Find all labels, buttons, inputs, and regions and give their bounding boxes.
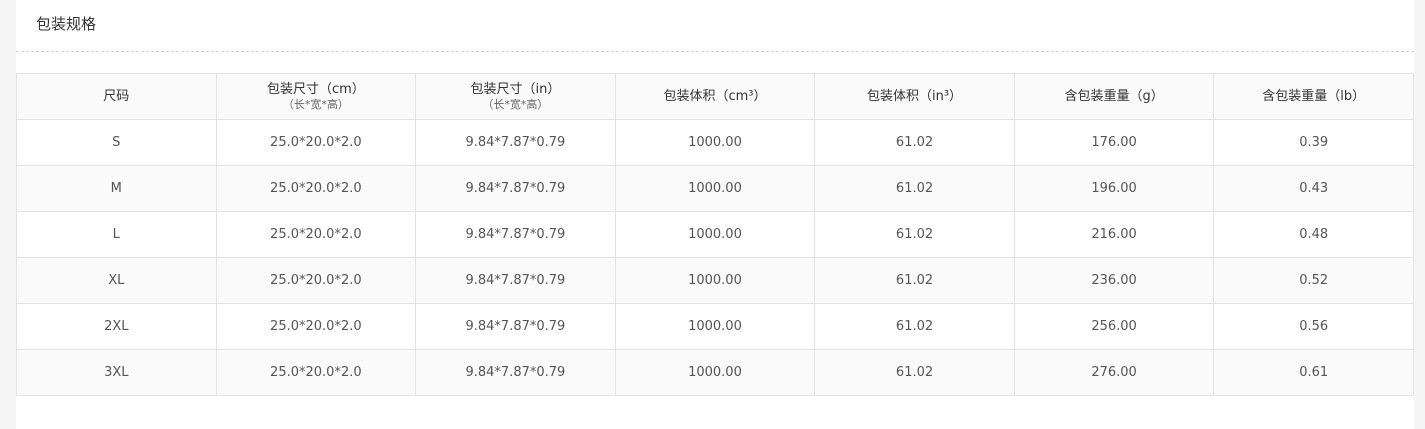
table-cell-volume-in3: 61.02: [814, 211, 1015, 258]
table-cell-weight-lb: 0.61: [1213, 349, 1414, 396]
table-cell-volume-in3: 61.02: [814, 257, 1015, 304]
table-cell-weight-g: 256.00: [1013, 303, 1215, 350]
table-cell-volume-cm3: 1000.00: [614, 211, 816, 258]
table-row: L 25.0*20.0*2.0 9.84*7.87*0.79 1000.00 61.02…: [16, 211, 1414, 258]
table-cell-dimensions-cm: 25.0*20.0*2.0: [215, 119, 417, 166]
column-header-label: 包装体积（cm³）: [663, 89, 767, 104]
column-header-weight-lb: 含包装重量（lb）: [1213, 73, 1414, 120]
column-header-volume-cm3: 包装体积（cm³）: [614, 73, 816, 120]
table-cell-volume-in3: 61.02: [814, 303, 1015, 350]
column-header-sublabel: （长*宽*高）: [482, 98, 549, 111]
column-header-label: 尺码: [103, 89, 130, 104]
column-header-weight-g: 含包装重量（g）: [1013, 73, 1215, 120]
table-cell-volume-in3: 61.02: [814, 349, 1015, 396]
table-cell-weight-g: 236.00: [1013, 257, 1215, 304]
table-row: S 25.0*20.0*2.0 9.84*7.87*0.79 1000.00 61.02…: [16, 119, 1414, 166]
table-row: 3XL 25.0*20.0*2.0 9.84*7.87*0.79 1000.00 61.…: [16, 349, 1414, 396]
column-header-label: 包装尺寸（in）: [470, 82, 561, 97]
table-cell-weight-g: 276.00: [1013, 349, 1215, 396]
column-header-dimensions-in: 包装尺寸（in） （长*宽*高）: [415, 73, 616, 120]
table-cell-dimensions-in: 9.84*7.87*0.79: [415, 165, 616, 212]
table-body: S 25.0*20.0*2.0 9.84*7.87*0.79 1000.00 61.02…: [16, 119, 1414, 396]
table-cell-weight-lb: 0.43: [1213, 165, 1414, 212]
column-header-label: 含包装重量（lb）: [1262, 89, 1366, 104]
packaging-spec-table: 尺码 包装尺寸（cm） （长*宽*高） 包装尺寸（in） （长*宽*高） 包装体积（cm³…: [16, 73, 1414, 396]
table-cell-volume-cm3: 1000.00: [614, 165, 816, 212]
table-cell-weight-lb: 0.39: [1213, 119, 1414, 166]
table-cell-volume-in3: 61.02: [814, 119, 1015, 166]
table-cell-volume-in3: 61.02: [814, 165, 1015, 212]
table-cell-dimensions-in: 9.84*7.87*0.79: [415, 119, 616, 166]
table-row: 2XL 25.0*20.0*2.0 9.84*7.87*0.79 1000.00 61.…: [16, 303, 1414, 350]
table-cell-weight-lb: 0.56: [1213, 303, 1414, 350]
table-cell-volume-cm3: 1000.00: [614, 257, 816, 304]
table-cell-size: 3XL: [16, 349, 217, 396]
table-head: 尺码 包装尺寸（cm） （长*宽*高） 包装尺寸（in） （长*宽*高） 包装体积（cm³…: [16, 73, 1414, 120]
table-cell-dimensions-cm: 25.0*20.0*2.0: [215, 303, 417, 350]
table-cell-size: L: [16, 211, 217, 258]
column-header-label: 包装尺寸（cm）: [266, 82, 365, 97]
column-header-sublabel: （长*宽*高）: [282, 98, 349, 111]
table-cell-dimensions-cm: 25.0*20.0*2.0: [215, 349, 417, 396]
table-cell-weight-g: 176.00: [1013, 119, 1215, 166]
table-cell-volume-cm3: 1000.00: [614, 349, 816, 396]
column-header-label: 包装体积（in³）: [866, 89, 963, 104]
column-header-dimensions-cm: 包装尺寸（cm） （长*宽*高）: [215, 73, 417, 120]
table-cell-size: XL: [16, 257, 217, 304]
table-row: M 25.0*20.0*2.0 9.84*7.87*0.79 1000.00 61.02…: [16, 165, 1414, 212]
table-cell-size: S: [16, 119, 217, 166]
table-cell-dimensions-cm: 25.0*20.0*2.0: [215, 165, 417, 212]
column-header-label: 含包装重量（g）: [1064, 89, 1164, 104]
table-cell-volume-cm3: 1000.00: [614, 119, 816, 166]
table-cell-dimensions-in: 9.84*7.87*0.79: [415, 303, 616, 350]
table-cell-weight-g: 196.00: [1013, 165, 1215, 212]
table-cell-dimensions-in: 9.84*7.87*0.79: [415, 211, 616, 258]
table-cell-size: M: [16, 165, 217, 212]
column-header-volume-in3: 包装体积（in³）: [814, 73, 1015, 120]
packaging-spec-panel: 包装规格 尺码 包装尺寸（cm） （长*宽*高） 包装尺寸（in） （长*宽*高） 包装体…: [16, 0, 1414, 429]
panel-header: 包装规格: [16, 0, 1414, 52]
table-cell-volume-cm3: 1000.00: [614, 303, 816, 350]
table-cell-weight-lb: 0.52: [1213, 257, 1414, 304]
column-header-size: 尺码: [16, 73, 217, 120]
section-title: 包装规格: [36, 15, 97, 33]
table-cell-dimensions-cm: 25.0*20.0*2.0: [215, 257, 417, 304]
table-row: XL 25.0*20.0*2.0 9.84*7.87*0.79 1000.00 61.0…: [16, 257, 1414, 304]
table-cell-dimensions-in: 9.84*7.87*0.79: [415, 257, 616, 304]
table-cell-dimensions-in: 9.84*7.87*0.79: [415, 349, 616, 396]
table-cell-weight-g: 216.00: [1013, 211, 1215, 258]
table-cell-size: 2XL: [16, 303, 217, 350]
table-cell-weight-lb: 0.48: [1213, 211, 1414, 258]
table-cell-dimensions-cm: 25.0*20.0*2.0: [215, 211, 417, 258]
table-header-row: 尺码 包装尺寸（cm） （长*宽*高） 包装尺寸（in） （长*宽*高） 包装体积（cm³…: [16, 73, 1414, 120]
